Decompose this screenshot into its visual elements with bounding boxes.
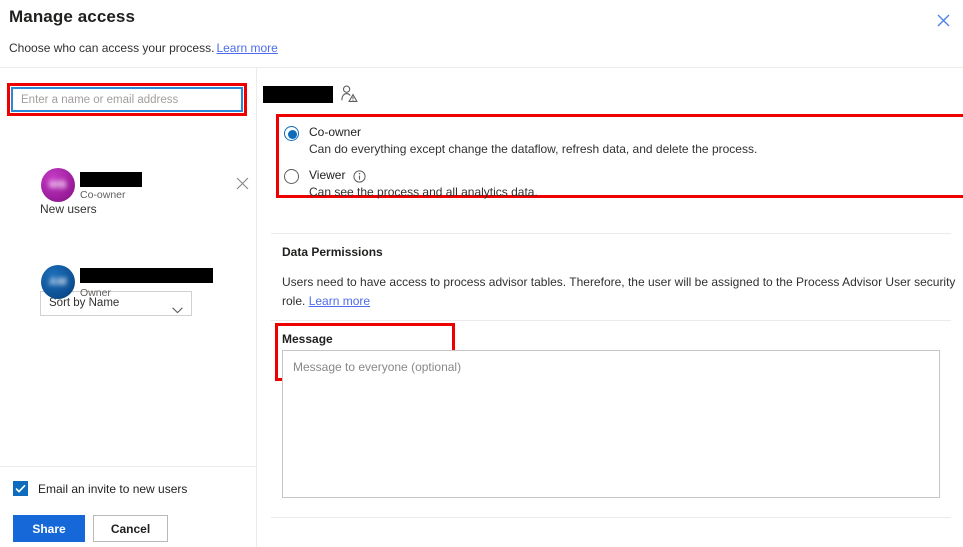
message-textarea[interactable]: [282, 350, 940, 498]
close-icon: [236, 177, 249, 193]
footer-divider: [0, 466, 256, 467]
divider-above-data-permissions: [271, 233, 951, 234]
dialog-header: Manage access Choose who can access your…: [0, 0, 963, 68]
list-item-new-user[interactable]: MB Co-owner: [0, 168, 257, 212]
cancel-button[interactable]: Cancel: [93, 515, 168, 542]
learn-more-link-data-permissions[interactable]: Learn more: [309, 294, 370, 308]
list-item-role: Owner: [80, 287, 111, 299]
radio-label-co-owner: Co-owner: [309, 125, 362, 139]
radio-description-co-owner: Can do everything except change the data…: [309, 142, 758, 156]
close-icon: [937, 14, 950, 27]
share-button[interactable]: Share: [13, 515, 85, 542]
redacted-selected-user-name: [263, 86, 333, 103]
checkmark-icon: [15, 480, 26, 498]
radio-dot: [288, 130, 297, 139]
right-panel: Co-owner Can do everything except change…: [258, 68, 963, 547]
data-permissions-body: Users need to have access to process adv…: [282, 275, 956, 308]
avatar: AM: [41, 265, 75, 299]
page-title: Manage access: [9, 7, 136, 26]
search-input[interactable]: [11, 87, 243, 112]
radio-description-viewer: Can see the process and all analytics da…: [309, 185, 538, 199]
person-warning-icon: [341, 85, 358, 108]
radio-label-viewer: Viewer: [309, 168, 346, 182]
divider-below-data-permissions: [271, 320, 951, 321]
email-invite-checkbox[interactable]: [13, 481, 28, 496]
dialog-subtitle: Choose who can access your process. Learn…: [9, 41, 278, 55]
redacted-user-name: [80, 268, 213, 283]
footer-divider-right: [271, 517, 951, 518]
dialog-subtitle-text: Choose who can access your process.: [9, 41, 215, 55]
avatar-initials: MB: [48, 179, 68, 191]
list-item-existing-user[interactable]: AM Owner: [0, 265, 257, 309]
data-permissions-title: Data Permissions: [282, 245, 383, 259]
avatar-initials: AM: [48, 276, 68, 288]
data-permissions-text: Users need to have access to process adv…: [282, 273, 963, 311]
left-panel: New users MB Co-owner Sort by Name AM Ow…: [0, 68, 257, 547]
remove-user-button[interactable]: [232, 175, 252, 195]
radio-button-co-owner[interactable]: [284, 126, 299, 141]
redacted-user-name: [80, 172, 142, 187]
email-invite-label: Email an invite to new users: [38, 481, 188, 496]
avatar: MB: [41, 168, 75, 202]
action-buttons: Share Cancel: [13, 515, 168, 542]
list-item-role: Co-owner: [80, 189, 126, 201]
radio-button-viewer[interactable]: [284, 169, 299, 184]
learn-more-link-header[interactable]: Learn more: [216, 41, 277, 55]
email-invite-checkbox-row[interactable]: Email an invite to new users: [13, 481, 187, 496]
message-label: Message: [282, 332, 333, 346]
close-button[interactable]: [929, 6, 957, 34]
